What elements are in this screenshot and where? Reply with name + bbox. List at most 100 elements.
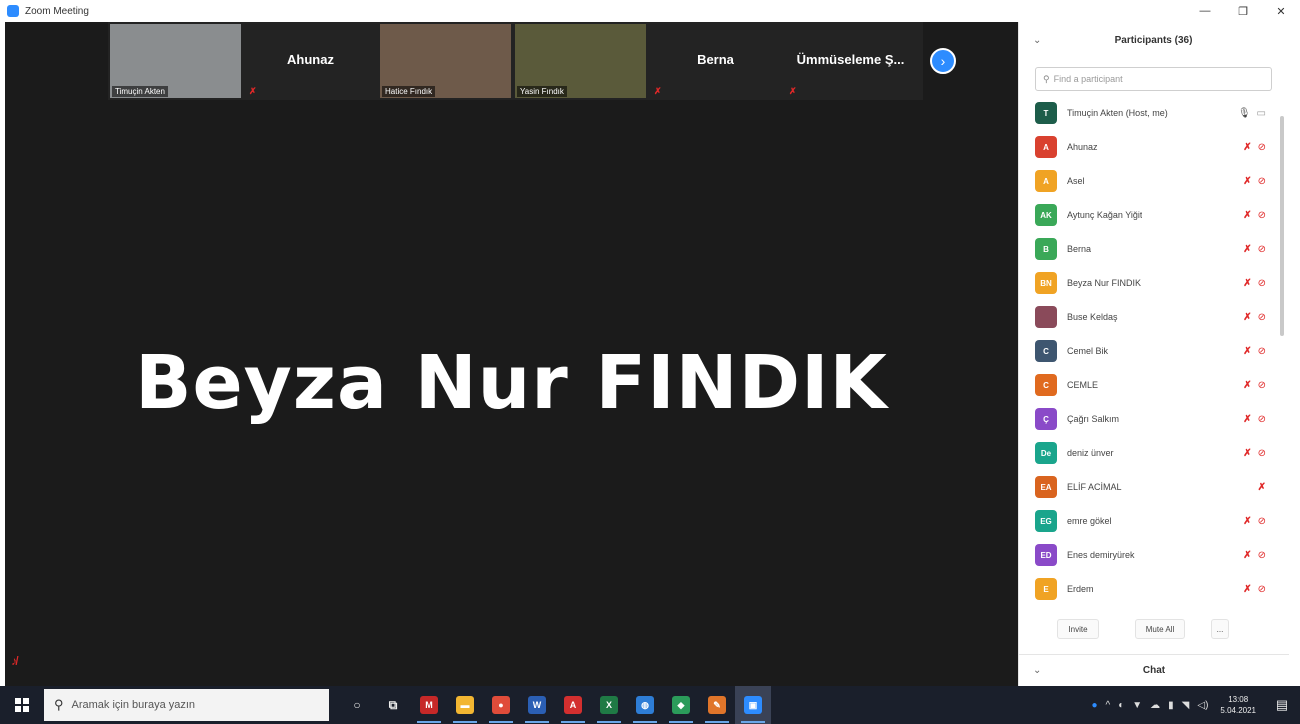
maximize-button[interactable]: ❐	[1224, 0, 1262, 22]
participant-row[interactable]: A Ahunaz ✗ ⊘	[1019, 130, 1288, 164]
running-indicator	[669, 721, 693, 723]
participant-row[interactable]: C CEMLE ✗ ⊘	[1019, 368, 1288, 402]
mic-muted-icon[interactable]: ✗	[1243, 176, 1251, 187]
mic-muted-icon[interactable]: ✗	[1243, 244, 1251, 255]
participant-row[interactable]: EG emre gökel ✗ ⊘	[1019, 504, 1288, 538]
mute-all-button[interactable]: Mute All	[1135, 619, 1185, 639]
participant-row[interactable]: B Berna ✗ ⊘	[1019, 232, 1288, 266]
gallery-tile[interactable]: Ümmüseleme Ş... ✗	[783, 22, 918, 100]
mic-muted-icon[interactable]: ✗	[1243, 312, 1251, 323]
taskbar-zoom-icon[interactable]: ▣	[735, 686, 771, 724]
mic-muted-icon[interactable]: ✗	[1243, 516, 1251, 527]
participant-row[interactable]: EA ELİF ACİMAL ✗	[1019, 470, 1288, 504]
gallery-tile[interactable]: Hatice Fındık	[378, 22, 513, 100]
close-button[interactable]: ✕	[1262, 0, 1300, 22]
gallery-tile[interactable]: Yasin Fındık	[513, 22, 648, 100]
mic-muted-icon[interactable]: ✗	[1243, 414, 1251, 425]
more-options-button[interactable]: ...	[1211, 619, 1229, 639]
tray-app-icon[interactable]: ●	[1087, 700, 1101, 711]
taskbar-acrobat-icon[interactable]: A	[555, 686, 591, 724]
mic-muted-icon[interactable]: ✗	[1243, 550, 1251, 561]
tray-volume-icon[interactable]: ◁)	[1193, 700, 1212, 711]
camera-off-icon[interactable]: ⊘	[1258, 346, 1266, 357]
mic-muted-icon[interactable]: ✗	[1243, 346, 1251, 357]
avatar	[1035, 306, 1057, 328]
app-m-glyph: M	[420, 696, 438, 714]
task-view-glyph: ⧉	[388, 697, 398, 712]
tray-battery-icon[interactable]: ▮	[1164, 700, 1178, 711]
camera-off-icon[interactable]: ⊘	[1258, 312, 1266, 323]
camera-off-icon[interactable]: ⊘	[1258, 380, 1266, 391]
gallery-tile[interactable]: Ahunaz ✗	[243, 22, 378, 100]
chat-chevron-icon[interactable]: ⌄	[1033, 665, 1041, 676]
taskbar-app-m-icon[interactable]: M	[411, 686, 447, 724]
participant-row[interactable]: T Timuçin Akten (Host, me) 🎙 ▭	[1019, 96, 1288, 130]
tray-sync-icon[interactable]: ◐	[1114, 700, 1128, 711]
mic-muted-icon[interactable]: ✗	[1243, 210, 1251, 221]
gallery-next-icon[interactable]: ›	[930, 48, 956, 74]
taskbar-globe-icon[interactable]: ◍	[627, 686, 663, 724]
taskbar-chrome-icon[interactable]: ●	[483, 686, 519, 724]
participant-row[interactable]: De deniz ünver ✗ ⊘	[1019, 436, 1288, 470]
tray-network-icon[interactable]: ☁	[1146, 700, 1164, 711]
camera-off-icon[interactable]: ⊘	[1258, 210, 1266, 221]
taskbar-store-icon[interactable]: ◆	[663, 686, 699, 724]
collapse-chevron-icon[interactable]: ⌄	[1033, 35, 1041, 46]
camera-off-icon[interactable]: ⊘	[1258, 550, 1266, 561]
camera-off-icon[interactable]: ⊘	[1258, 584, 1266, 595]
running-indicator	[525, 721, 549, 723]
camera-on-icon[interactable]: ▭	[1257, 108, 1266, 119]
taskbar-cortana-icon[interactable]: ○	[339, 686, 375, 724]
tile-name-label: Ahunaz	[287, 52, 334, 67]
tray-security-icon[interactable]: ▼	[1128, 700, 1146, 711]
taskbar-clock[interactable]: 13:08 5.04.2021	[1212, 694, 1264, 716]
search-icon: ⚲	[54, 697, 64, 712]
start-button[interactable]	[0, 686, 44, 724]
running-indicator	[633, 721, 657, 723]
camera-off-icon[interactable]: ⊘	[1258, 176, 1266, 187]
mic-muted-icon[interactable]: ✗	[1243, 142, 1251, 153]
chat-section-header[interactable]: ⌄ Chat	[1019, 654, 1289, 686]
invite-button[interactable]: Invite	[1057, 619, 1099, 639]
taskbar-paint-icon[interactable]: ✎	[699, 686, 735, 724]
minimize-button[interactable]: —	[1186, 0, 1224, 22]
mic-on-icon[interactable]: 🎙	[1238, 108, 1251, 119]
participant-search-input[interactable]: ⚲ Find a participant	[1035, 67, 1272, 91]
tray-expand-icon[interactable]: ^	[1102, 700, 1115, 711]
taskbar-task-view-icon[interactable]: ⧉	[375, 686, 411, 724]
participant-row[interactable]: ED Enes demiryürek ✗ ⊘	[1019, 538, 1288, 572]
mic-muted-icon[interactable]: ✗	[1243, 278, 1251, 289]
participant-row[interactable]: Buse Keldaş ✗ ⊘	[1019, 300, 1288, 334]
gallery-tile[interactable]: Berna ✗	[648, 22, 783, 100]
participant-row[interactable]: A Asel ✗ ⊘	[1019, 164, 1288, 198]
camera-off-icon[interactable]: ⊘	[1258, 414, 1266, 425]
participant-name: Cemel Bik	[1067, 346, 1109, 356]
mic-muted-icon[interactable]: ✗	[1243, 448, 1251, 459]
tile-name-label: Berna	[697, 52, 734, 67]
gallery-tile[interactable]: Timuçin Akten	[108, 22, 243, 100]
avatar: ED	[1035, 544, 1057, 566]
tray-wifi-icon[interactable]: ◥	[1178, 700, 1194, 711]
participant-row[interactable]: BN Beyza Nur FINDIK ✗ ⊘	[1019, 266, 1288, 300]
taskbar-file-explorer-icon[interactable]: ▬	[447, 686, 483, 724]
participant-row[interactable]: E Erdem ✗ ⊘	[1019, 572, 1288, 606]
participant-row[interactable]: AK Aytunç Kağan Yiğit ✗ ⊘	[1019, 198, 1288, 232]
avatar: De	[1035, 442, 1057, 464]
mic-muted-icon[interactable]: ✗	[1258, 482, 1266, 493]
camera-off-icon[interactable]: ⊘	[1258, 516, 1266, 527]
mic-muted-icon[interactable]: ✗	[1243, 380, 1251, 391]
participant-list-scrollbar[interactable]	[1280, 116, 1284, 336]
taskbar-word-icon[interactable]: W	[519, 686, 555, 724]
mic-muted-icon[interactable]: ✗	[1243, 584, 1251, 595]
participant-name: Buse Keldaş	[1067, 312, 1118, 322]
taskbar-excel-icon[interactable]: X	[591, 686, 627, 724]
participant-row[interactable]: Ç Çağrı Salkım ✗ ⊘	[1019, 402, 1288, 436]
camera-off-icon[interactable]: ⊘	[1258, 278, 1266, 289]
camera-off-icon[interactable]: ⊘	[1258, 244, 1266, 255]
participant-row[interactable]: C Cemel Bik ✗ ⊘	[1019, 334, 1288, 368]
camera-off-icon[interactable]: ⊘	[1258, 448, 1266, 459]
participant-name: emre gökel	[1067, 516, 1112, 526]
camera-off-icon[interactable]: ⊘	[1258, 142, 1266, 153]
taskbar-search-input[interactable]: ⚲ Aramak için buraya yazın	[44, 689, 329, 721]
notification-center-icon[interactable]: ▤	[1264, 686, 1300, 724]
